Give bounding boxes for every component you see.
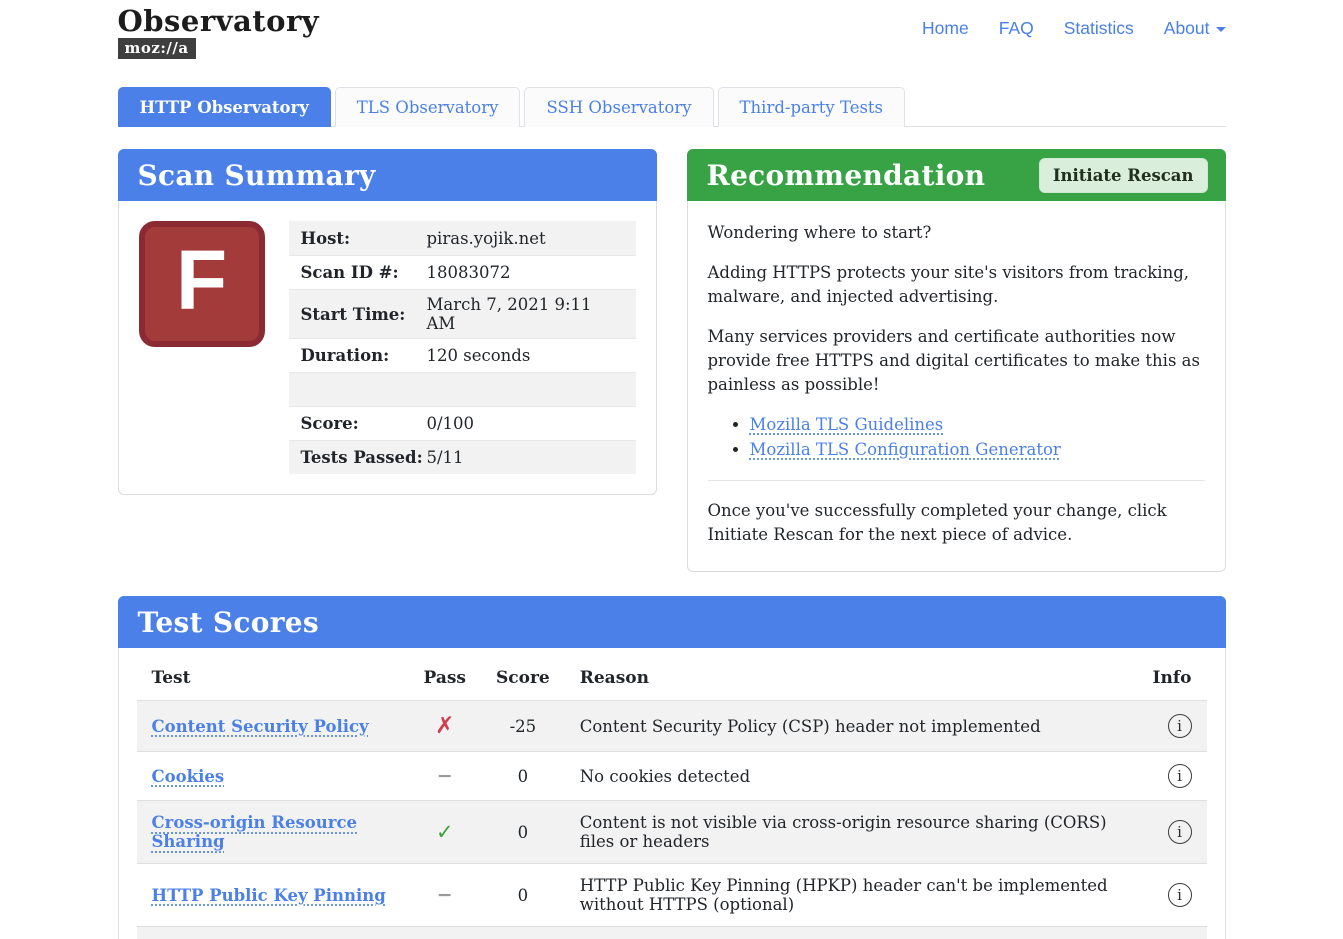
summary-row-host: Host:piras.yojik.net: [289, 221, 636, 255]
test-row-cookies: Cookies − 0No cookies detected i: [137, 752, 1207, 801]
summary-row-empty: [289, 372, 636, 406]
summary-value: March 7, 2021 9:11 AM: [427, 295, 624, 333]
tab-tls-observatory[interactable]: TLS Observatory: [335, 87, 521, 127]
summary-label: Duration:: [301, 346, 427, 365]
summary-label: [301, 380, 427, 399]
test-row-cross-origin-resource-sharing: Cross-origin Resource Sharing ✓ 0Content i…: [137, 801, 1207, 864]
score-value: 0: [481, 752, 565, 801]
tab-http-observatory[interactable]: HTTP Observatory: [118, 87, 331, 127]
grade-letter: F: [176, 238, 227, 322]
page-container: Observatory moz://a Home FAQ Statistics Abo…: [118, 0, 1226, 939]
test-scores-body: Test Pass Score Reason Info Content Secu…: [118, 648, 1226, 939]
scan-summary-title: Scan Summary: [138, 159, 376, 192]
column-header-pass: Pass: [409, 656, 481, 701]
list-item: Mozilla TLS Guidelines: [750, 413, 1205, 438]
test-scores-rows: Content Security Policy ✗ -25Content Secur…: [137, 701, 1207, 939]
tls-guidelines-link[interactable]: Mozilla TLS Guidelines: [750, 415, 944, 434]
scan-summary-card: Scan Summary F Host:piras.yojik.netScan …: [118, 149, 657, 495]
recommendation-footer-text: Once you've successfully completed your …: [708, 499, 1205, 547]
test-row-content-security-policy: Content Security Policy ✗ -25Content Secur…: [137, 701, 1207, 752]
recommendation-body: Wondering where to start? Adding HTTPS p…: [687, 201, 1226, 572]
main-nav: Home FAQ Statistics About: [922, 18, 1225, 39]
reason-text: HTTP Public Key Pinning (HPKP) header ca…: [565, 864, 1135, 927]
recommendation-paragraph: Wondering where to start?: [708, 221, 1205, 245]
summary-row-score: Score:0/100: [289, 406, 636, 440]
scan-summary-body: F Host:piras.yojik.netScan ID #:18083072…: [118, 201, 657, 495]
summary-label: Host:: [301, 229, 427, 248]
score-value: -20: [481, 927, 565, 939]
reason-text: Content Security Policy (CSP) header not…: [565, 701, 1135, 752]
summary-value: [427, 380, 624, 399]
nav-link-statistics[interactable]: Statistics: [1064, 18, 1134, 39]
recommendation-paragraph: Many services providers and certificate …: [708, 325, 1205, 397]
test-scores-table: Test Pass Score Reason Info Content Secu…: [137, 656, 1207, 939]
neutral-dash-icon: −: [437, 765, 453, 787]
test-link-content-security-policy[interactable]: Content Security Policy: [152, 717, 369, 736]
summary-row: Scan Summary F Host:piras.yojik.netScan …: [118, 149, 1226, 572]
neutral-dash-icon: −: [437, 884, 453, 906]
test-link-cookies[interactable]: Cookies: [152, 767, 225, 786]
info-icon[interactable]: i: [1168, 883, 1192, 907]
column-header-reason: Reason: [565, 656, 1135, 701]
column-header-test: Test: [137, 656, 409, 701]
pass-check-icon: ✓: [436, 820, 454, 844]
site-header: Observatory moz://a Home FAQ Statistics Abo…: [118, 0, 1226, 59]
column-header-score: Score: [481, 656, 565, 701]
recommendation-header: Recommendation Initiate Rescan: [687, 149, 1226, 201]
info-icon[interactable]: i: [1168, 714, 1192, 738]
logo[interactable]: Observatory moz://a: [118, 6, 320, 59]
summary-row-scan-id: Scan ID #:18083072: [289, 255, 636, 289]
recommendation-title: Recommendation: [707, 159, 986, 192]
fail-x-icon: ✗: [435, 713, 454, 739]
reason-text: Content is not visible via cross-origin …: [565, 801, 1135, 864]
recommendation-card: Recommendation Initiate Rescan Wondering…: [687, 149, 1226, 572]
score-value: 0: [481, 801, 565, 864]
dropdown-caret-icon: [1216, 27, 1226, 32]
summary-value: 5/11: [427, 448, 624, 467]
grade-badge: F: [139, 221, 265, 347]
table-header-row: Test Pass Score Reason Info: [137, 656, 1207, 701]
nav-link-home[interactable]: Home: [922, 18, 969, 39]
nav-link-about[interactable]: About: [1164, 18, 1226, 39]
recommendation-paragraph: Adding HTTPS protects your site's visito…: [708, 261, 1205, 309]
test-link-http-public-key-pinning[interactable]: HTTP Public Key Pinning: [152, 886, 386, 905]
logo-title: Observatory: [118, 6, 320, 36]
column-header-info: Info: [1135, 656, 1207, 701]
initiate-rescan-button[interactable]: Initiate Rescan: [1039, 158, 1208, 193]
test-scores-header: Test Scores: [118, 596, 1226, 648]
test-scores-card: Test Scores Test Pass Score Reason Info …: [118, 596, 1226, 939]
recommendation-links: Mozilla TLS Guidelines Mozilla TLS Confi…: [708, 413, 1205, 463]
info-icon[interactable]: i: [1168, 820, 1192, 844]
list-item: Mozilla TLS Configuration Generator: [750, 438, 1205, 463]
tab-ssh-observatory[interactable]: SSH Observatory: [524, 87, 713, 127]
reason-text: HTTP Strict Transport Security (HSTS) he…: [565, 927, 1135, 939]
test-row-http-strict-transport-security: HTTP Strict Transport Security✗-20HTTP S…: [137, 927, 1207, 939]
info-icon[interactable]: i: [1168, 764, 1192, 788]
summary-value: 0/100: [427, 414, 624, 433]
score-value: -25: [481, 701, 565, 752]
scan-summary-table: Host:piras.yojik.netScan ID #:18083072St…: [289, 221, 636, 474]
test-row-http-public-key-pinning: HTTP Public Key Pinning − 0HTTP Public Key…: [137, 864, 1207, 927]
summary-value: 120 seconds: [427, 346, 624, 365]
summary-label: Score:: [301, 414, 427, 433]
test-scores-title: Test Scores: [138, 606, 319, 639]
test-link-cross-origin-resource-sharing[interactable]: Cross-origin Resource Sharing: [152, 813, 358, 851]
summary-row-duration: Duration:120 seconds: [289, 338, 636, 372]
summary-row-start-time: Start Time:March 7, 2021 9:11 AM: [289, 289, 636, 338]
summary-value: piras.yojik.net: [427, 229, 624, 248]
summary-label: Scan ID #:: [301, 263, 427, 282]
summary-value: 18083072: [427, 263, 624, 282]
divider: [708, 480, 1205, 481]
scan-summary-header: Scan Summary: [118, 149, 657, 201]
summary-row-tests-passed: Tests Passed:5/11: [289, 440, 636, 474]
tls-config-generator-link[interactable]: Mozilla TLS Configuration Generator: [750, 440, 1061, 459]
observatory-tabs: HTTP ObservatoryTLS ObservatorySSH Obser…: [118, 87, 1226, 127]
mozilla-wordmark: moz://a: [118, 38, 196, 59]
summary-label: Start Time:: [301, 305, 427, 324]
nav-link-faq[interactable]: FAQ: [999, 18, 1034, 39]
tab-third-party-tests[interactable]: Third-party Tests: [718, 87, 905, 127]
reason-text: No cookies detected: [565, 752, 1135, 801]
score-value: 0: [481, 864, 565, 927]
summary-label: Tests Passed:: [301, 448, 427, 467]
